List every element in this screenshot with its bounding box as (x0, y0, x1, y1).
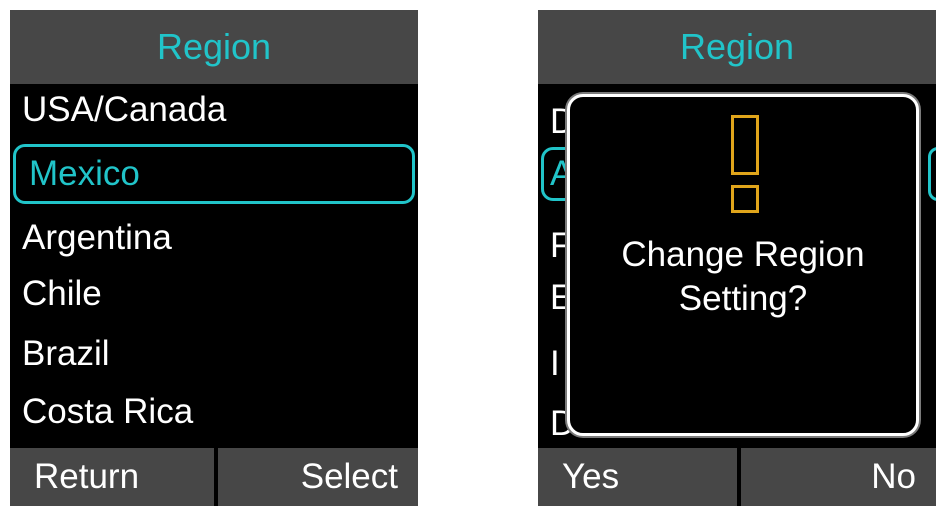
yes-button[interactable]: Yes (538, 448, 737, 506)
select-button[interactable]: Select (218, 448, 418, 506)
confirm-dialog: Change Region Setting? (567, 94, 919, 436)
dialog-message: Change Region Setting? (570, 233, 916, 321)
screen-title: Region (10, 10, 418, 84)
exclamation-icon (731, 115, 759, 175)
softkey-bar: Yes No (538, 448, 936, 506)
list-item-partial: I (550, 344, 560, 383)
exclamation-icon-dot (731, 185, 759, 213)
selection-highlight (928, 147, 936, 201)
list-item-costa-rica[interactable]: Costa Rica (10, 390, 418, 434)
dialog-message-line2: Setting? (678, 279, 808, 318)
list-item-chile[interactable]: Chile (10, 272, 418, 316)
list-item-argentina[interactable]: Argentina (10, 216, 418, 260)
region-confirm-screen: Region D A F E I D Change Region Setting… (538, 10, 936, 506)
list-item-mexico[interactable]: Mexico (13, 144, 415, 204)
list-item-usa-canada[interactable]: USA/Canada (10, 88, 418, 132)
region-list-screen: Region USA/Canada Mexico Argentina Chile… (10, 10, 418, 506)
no-button[interactable]: No (741, 448, 936, 506)
return-button[interactable]: Return (10, 448, 214, 506)
dialog-message-line1: Change Region (621, 235, 865, 274)
list-item-brazil[interactable]: Brazil (10, 332, 418, 376)
screen-title: Region (538, 10, 936, 84)
softkey-bar: Return Select (10, 448, 418, 506)
